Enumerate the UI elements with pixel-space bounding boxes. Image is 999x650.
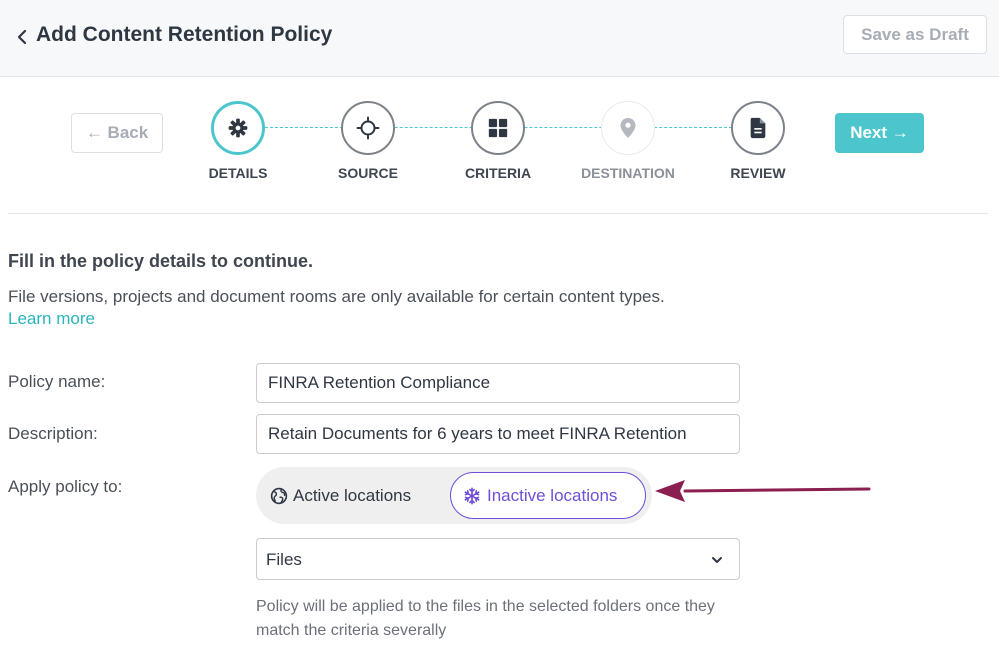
step-criteria[interactable]: CRITERIA — [444, 101, 554, 185]
step-review-circle — [731, 101, 785, 155]
step-source-circle — [341, 101, 395, 155]
content-type-value: Files — [266, 550, 302, 569]
step-destination-label: DESTINATION — [581, 165, 675, 181]
document-icon — [750, 117, 766, 139]
policy-name-input[interactable] — [256, 363, 740, 403]
step-destination: DESTINATION — [574, 101, 684, 185]
location-pin-icon — [620, 118, 636, 138]
help-text: Policy will be applied to the files in t… — [256, 598, 715, 639]
back-button[interactable]: ← Back — [71, 113, 163, 153]
save-as-draft-button[interactable]: Save as Draft — [843, 15, 987, 54]
content-type-select[interactable]: Files — [256, 538, 740, 580]
step-details-label: DETAILS — [208, 165, 268, 181]
description-label: Description: — [8, 424, 98, 443]
annotation-arrow — [655, 480, 871, 502]
policy-name-label: Policy name: — [8, 372, 106, 391]
active-locations-label: Active locations — [293, 486, 412, 505]
snowflake-icon — [464, 487, 480, 504]
step-source[interactable]: SOURCE — [314, 101, 424, 185]
grid-icon — [488, 118, 508, 138]
step-criteria-label: CRITERIA — [464, 165, 532, 181]
chevron-down-icon — [712, 557, 722, 563]
apply-policy-label: Apply policy to: — [8, 477, 123, 496]
gear-icon — [228, 118, 248, 138]
next-button[interactable]: Next → — [835, 113, 924, 153]
step-destination-circle — [601, 101, 655, 155]
page-title: Add Content Retention Policy — [36, 23, 333, 46]
globe-icon — [270, 487, 288, 504]
location-toggle: Active locations Inactive locations — [256, 467, 652, 524]
step-criteria-circle — [471, 101, 525, 155]
chevron-left-icon[interactable] — [12, 27, 32, 47]
crosshair-icon — [356, 116, 380, 140]
description-input[interactable] — [256, 414, 740, 454]
inactive-locations-label: Inactive locations — [487, 486, 618, 505]
active-locations-option[interactable]: Active locations — [270, 479, 411, 512]
inactive-locations-option[interactable]: Inactive locations — [450, 472, 646, 519]
step-details[interactable]: DETAILS — [184, 101, 294, 185]
section-title: Fill in the policy details to continue. — [8, 251, 314, 271]
page-header: Add Content Retention Policy Save as Dra… — [0, 0, 999, 77]
step-source-label: SOURCE — [338, 165, 398, 181]
section-description: File versions, projects and document roo… — [8, 287, 665, 306]
section-divider — [8, 213, 988, 214]
step-details-circle — [211, 101, 265, 155]
step-review-label: REVIEW — [730, 165, 786, 181]
step-review[interactable]: REVIEW — [704, 101, 814, 185]
learn-more-link[interactable]: Learn more — [8, 309, 95, 329]
